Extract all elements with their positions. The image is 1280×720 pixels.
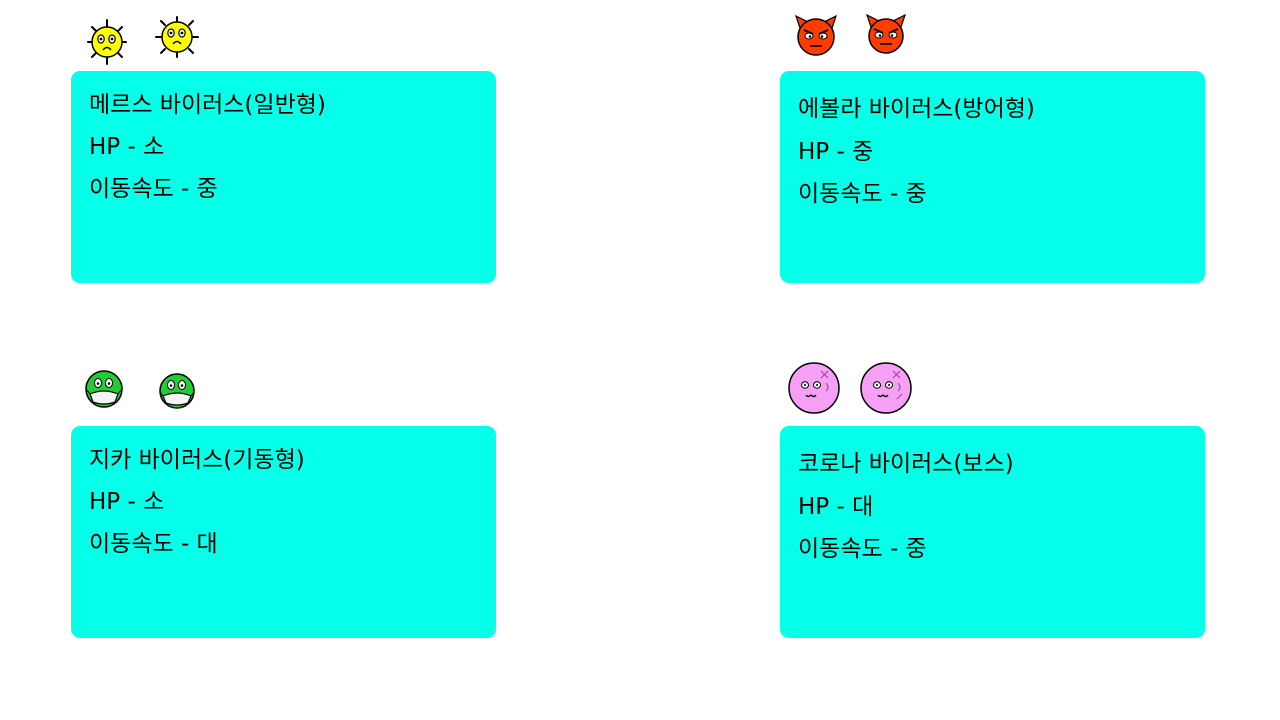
virus-card-zika: 지카 바이러스(기동형) HP - 소 이동속도 - 대	[71, 426, 496, 638]
virus-speed: 이동속도 - 대	[89, 531, 218, 557]
red-devil-virus-icon	[794, 14, 838, 56]
virus-name: 메르스 바이러스(일반형)	[89, 92, 326, 118]
virus-card-ebola: 에볼라 바이러스(방어형) HP - 중 이동속도 - 중	[780, 71, 1205, 283]
virus-card-meres: 메르스 바이러스(일반형) HP - 소 이동속도 - 중	[71, 71, 496, 283]
virus-card-corona: 코로나 바이러스(보스) HP - 대 이동속도 - 중	[780, 426, 1205, 638]
virus-hp: HP - 중	[798, 139, 874, 165]
virus-hp: HP - 소	[89, 489, 165, 515]
virus-name: 지카 바이러스(기동형)	[89, 447, 305, 473]
virus-hp: HP - 소	[89, 134, 165, 160]
virus-info-screen: 메르스 바이러스(일반형) HP - 소 이동속도 - 중 에볼라 바이러스(방…	[0, 0, 1280, 720]
pink-round-virus-icon	[788, 362, 840, 414]
red-devil-virus-icon	[865, 13, 907, 54]
virus-speed: 이동속도 - 중	[798, 181, 927, 207]
virus-name: 에볼라 바이러스(방어형)	[798, 96, 1035, 122]
virus-name: 코로나 바이러스(보스)	[798, 451, 1014, 477]
pink-round-virus-icon	[860, 362, 912, 414]
yellow-spiky-virus-icon	[155, 16, 199, 58]
green-masked-virus-icon	[85, 370, 123, 408]
virus-speed: 이동속도 - 중	[798, 536, 927, 562]
green-masked-virus-icon	[159, 373, 195, 409]
virus-hp: HP - 대	[798, 494, 874, 520]
yellow-spiky-virus-icon	[87, 19, 127, 65]
virus-speed: 이동속도 - 중	[89, 176, 218, 202]
